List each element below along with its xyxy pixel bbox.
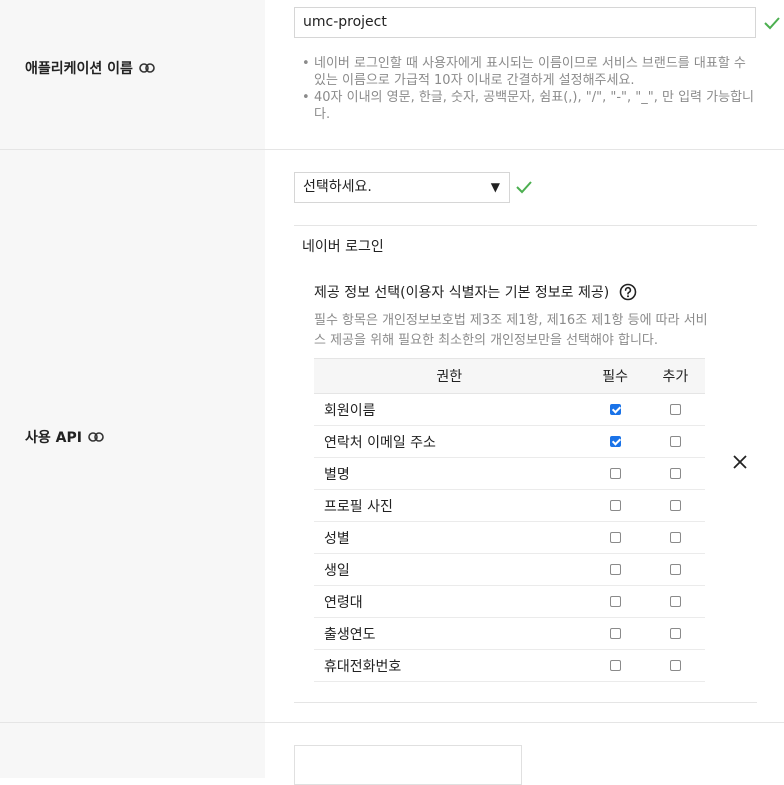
column-header: 권한: [314, 358, 585, 394]
required-checkbox[interactable]: [609, 436, 621, 447]
required-cell: [584, 393, 646, 426]
triangle-down-icon: ▼: [490, 180, 500, 194]
column-header: 추가: [645, 358, 705, 394]
required-checkbox[interactable]: [609, 468, 621, 479]
next-row-label-cell: [0, 723, 265, 778]
hint-item: 40자 이내의 영문, 한글, 숫자, 공백문자, 쉼표(,), "/", "-…: [302, 89, 757, 123]
optional-checkbox[interactable]: [669, 596, 681, 607]
hint-item: 네이버 로그인할 때 사용자에게 표시되는 이름이므로 서비스 브랜드를 대표할…: [302, 55, 757, 89]
table-row: 연령대: [314, 585, 705, 618]
optional-checkbox[interactable]: [669, 564, 681, 575]
permission-name: 휴대전화번호: [314, 649, 585, 682]
api-label-text: 사용 API: [25, 430, 82, 446]
panel-divider: [294, 225, 757, 226]
permission-name: 생일: [314, 553, 585, 586]
required-cell: [584, 457, 646, 490]
table-row: 성별: [314, 521, 705, 554]
check-icon: [764, 17, 780, 30]
required-checkbox[interactable]: [609, 404, 621, 415]
required-checkbox[interactable]: [609, 628, 621, 639]
permission-name: 프로필 사진: [314, 489, 585, 522]
next-row-input[interactable]: [294, 745, 522, 785]
optional-checkbox[interactable]: [669, 468, 681, 479]
api-select[interactable]: 선택하세요. ▼: [294, 172, 510, 203]
permission-name: 연령대: [314, 585, 585, 618]
optional-checkbox[interactable]: [669, 628, 681, 639]
optional-checkbox[interactable]: [669, 532, 681, 543]
table-row: 별명: [314, 457, 705, 490]
question-circle-icon[interactable]: [619, 283, 637, 301]
table-row: 프로필 사진: [314, 489, 705, 522]
optional-cell: [645, 617, 705, 650]
optional-checkbox[interactable]: [669, 660, 681, 671]
required-checkbox[interactable]: [609, 532, 621, 543]
panel-divider: [294, 702, 757, 703]
api-label: 사용 API: [25, 427, 104, 447]
required-checkbox[interactable]: [609, 660, 621, 671]
optional-checkbox[interactable]: [669, 436, 681, 447]
provide-info-title: 제공 정보 선택(이용자 식별자는 기본 정보로 제공): [314, 282, 637, 302]
required-cell: [584, 489, 646, 522]
permission-name: 연락처 이메일 주소: [314, 425, 585, 458]
optional-cell: [645, 585, 705, 618]
permission-name: 회원이름: [314, 393, 585, 426]
app-name-label-text: 애플리케이션 이름: [25, 61, 133, 77]
required-cell: [584, 521, 646, 554]
provide-info-desc: 필수 항목은 개인정보보호법 제3조 제1항, 제16조 제1항 등에 따라 서…: [314, 313, 708, 348]
optional-cell: [645, 457, 705, 490]
link-icon[interactable]: [139, 63, 155, 73]
optional-checkbox[interactable]: [669, 500, 681, 511]
required-cell: [584, 585, 646, 618]
app-name-hints: 네이버 로그인할 때 사용자에게 표시되는 이름이므로 서비스 브랜드를 대표할…: [302, 55, 757, 123]
permission-table: 권한 필수 추가 회원이름 연락처 이메일 주소 별명 프로필 사진 성별 생일 연령대 출생…: [314, 358, 705, 682]
required-cell: [584, 649, 646, 682]
optional-cell: [645, 489, 705, 522]
required-checkbox[interactable]: [609, 596, 621, 607]
close-icon[interactable]: [731, 453, 749, 471]
table-row: 휴대전화번호: [314, 649, 705, 682]
table-header-row: 권한 필수 추가: [314, 358, 705, 394]
optional-cell: [645, 521, 705, 554]
table-row: 연락처 이메일 주소: [314, 425, 705, 458]
permission-name: 출생연도: [314, 617, 585, 650]
column-header: 필수: [584, 358, 646, 394]
table-row: 출생연도: [314, 617, 705, 650]
api-select-value: 선택하세요.: [303, 179, 372, 195]
permission-name: 별명: [314, 457, 585, 490]
app-name-input-value: umc-project: [303, 14, 387, 30]
required-cell: [584, 617, 646, 650]
table-row: 생일: [314, 553, 705, 586]
app-name-input[interactable]: umc-project: [294, 7, 756, 38]
required-checkbox[interactable]: [609, 564, 621, 575]
provide-info-title-text: 제공 정보 선택(이용자 식별자는 기본 정보로 제공): [314, 285, 610, 301]
optional-cell: [645, 425, 705, 458]
optional-cell: [645, 553, 705, 586]
required-cell: [584, 553, 646, 586]
required-cell: [584, 425, 646, 458]
table-row: 회원이름: [314, 393, 705, 426]
optional-checkbox[interactable]: [669, 404, 681, 415]
check-icon: [516, 181, 532, 194]
optional-cell: [645, 649, 705, 682]
optional-cell: [645, 393, 705, 426]
link-icon[interactable]: [88, 432, 104, 442]
panel-title: 네이버 로그인: [302, 239, 384, 255]
app-name-label: 애플리케이션 이름: [25, 58, 155, 78]
required-checkbox[interactable]: [609, 500, 621, 511]
permission-name: 성별: [314, 521, 585, 554]
